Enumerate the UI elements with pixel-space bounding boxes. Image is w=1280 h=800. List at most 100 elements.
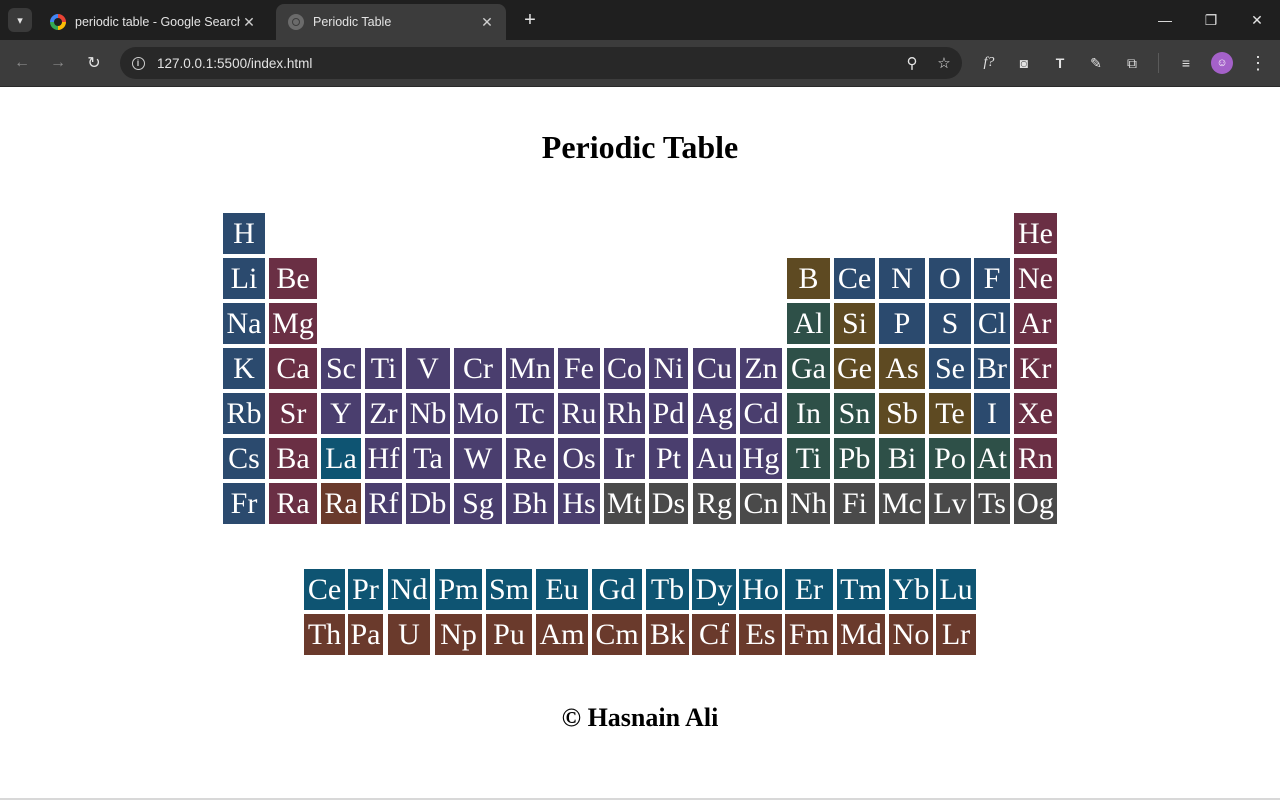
element-cell[interactable]: Ir <box>604 438 645 479</box>
element-cell[interactable]: Og <box>1014 483 1057 524</box>
element-cell[interactable]: Cf <box>692 614 736 655</box>
minimize-button[interactable]: — <box>1142 0 1188 40</box>
element-cell[interactable]: Rf <box>365 483 402 524</box>
element-cell[interactable]: Ce <box>834 258 875 299</box>
element-cell[interactable]: Bh <box>506 483 554 524</box>
new-tab-button[interactable]: + <box>518 8 542 32</box>
element-cell[interactable]: Pt <box>649 438 688 479</box>
element-cell[interactable]: Rg <box>693 483 736 524</box>
element-cell[interactable]: Lv <box>929 483 971 524</box>
element-cell[interactable]: Lu <box>936 569 976 610</box>
element-cell[interactable]: No <box>889 614 933 655</box>
profile-avatar[interactable]: ☺ <box>1211 52 1233 74</box>
element-cell[interactable]: Ti <box>365 348 402 389</box>
element-cell[interactable]: Pa <box>348 614 383 655</box>
element-cell[interactable]: Ts <box>974 483 1010 524</box>
element-cell[interactable]: Tb <box>646 569 689 610</box>
element-cell[interactable]: Mc <box>879 483 925 524</box>
element-cell[interactable]: Ds <box>649 483 688 524</box>
close-icon[interactable]: ✕ <box>478 13 496 31</box>
tab-google-search[interactable]: periodic table - Google Search ✕ <box>38 4 268 40</box>
media-controls-button[interactable]: ≡ <box>1174 51 1198 75</box>
element-cell[interactable]: Nb <box>406 393 450 434</box>
extension-formula-button[interactable]: f? <box>977 51 1001 75</box>
element-cell[interactable]: Cr <box>454 348 502 389</box>
element-cell[interactable]: Se <box>929 348 971 389</box>
element-cell[interactable]: Cn <box>740 483 782 524</box>
element-cell[interactable]: Bi <box>879 438 925 479</box>
site-info-button[interactable]: i <box>128 53 148 73</box>
element-cell[interactable]: Sg <box>454 483 502 524</box>
extension-text-button[interactable]: T <box>1048 51 1072 75</box>
element-cell[interactable]: Tc <box>506 393 554 434</box>
element-cell[interactable]: Y <box>321 393 361 434</box>
element-cell[interactable]: Cl <box>974 303 1010 344</box>
element-cell[interactable]: Pr <box>348 569 383 610</box>
element-cell[interactable]: Eu <box>536 569 588 610</box>
element-cell[interactable]: Co <box>604 348 645 389</box>
element-cell[interactable]: I <box>974 393 1010 434</box>
element-cell[interactable]: Zn <box>740 348 782 389</box>
element-cell[interactable]: Ga <box>787 348 830 389</box>
element-cell[interactable]: Fi <box>834 483 875 524</box>
element-cell[interactable]: Es <box>739 614 782 655</box>
element-cell[interactable]: K <box>223 348 265 389</box>
element-cell[interactable]: Ar <box>1014 303 1057 344</box>
restore-button[interactable]: ❐ <box>1188 0 1234 40</box>
element-cell[interactable]: Al <box>787 303 830 344</box>
element-cell[interactable]: Cm <box>592 614 642 655</box>
element-cell[interactable]: Os <box>558 438 600 479</box>
element-cell[interactable]: Np <box>435 614 482 655</box>
element-cell[interactable]: Sc <box>321 348 361 389</box>
element-cell[interactable]: He <box>1014 213 1057 254</box>
element-cell[interactable]: Be <box>269 258 317 299</box>
element-cell[interactable]: Na <box>223 303 265 344</box>
address-bar[interactable]: i 127.0.0.1:5500/index.html ⚲ ☆ <box>120 47 962 79</box>
element-cell[interactable]: Ta <box>406 438 450 479</box>
close-window-button[interactable]: ✕ <box>1234 0 1280 40</box>
element-cell[interactable]: F <box>974 258 1010 299</box>
reload-button[interactable]: ↻ <box>80 49 108 77</box>
element-cell[interactable]: U <box>388 614 430 655</box>
element-cell[interactable]: Ni <box>649 348 688 389</box>
element-cell[interactable]: N <box>879 258 925 299</box>
element-cell[interactable]: Rn <box>1014 438 1057 479</box>
element-cell[interactable]: Xe <box>1014 393 1057 434</box>
element-cell[interactable]: B <box>787 258 830 299</box>
extensions-button[interactable]: ⧉ <box>1120 51 1144 75</box>
back-button[interactable]: ← <box>8 49 36 77</box>
element-cell[interactable]: O <box>929 258 971 299</box>
element-cell[interactable]: Ag <box>693 393 736 434</box>
extension-picker-button[interactable]: ✎ <box>1084 51 1108 75</box>
element-cell[interactable]: La <box>321 438 361 479</box>
element-cell[interactable]: Sb <box>879 393 925 434</box>
browser-menu-button[interactable]: ⋮ <box>1246 51 1270 75</box>
element-cell[interactable]: Ho <box>739 569 782 610</box>
element-cell[interactable]: H <box>223 213 265 254</box>
tab-search-button[interactable]: ▾ <box>8 8 32 32</box>
element-cell[interactable]: Pu <box>486 614 532 655</box>
element-cell[interactable]: Po <box>929 438 971 479</box>
element-cell[interactable]: Nd <box>388 569 430 610</box>
element-cell[interactable]: Er <box>785 569 833 610</box>
element-cell[interactable]: At <box>974 438 1010 479</box>
element-cell[interactable]: Ti <box>787 438 830 479</box>
element-cell[interactable]: Rh <box>604 393 645 434</box>
element-cell[interactable]: Si <box>834 303 875 344</box>
element-cell[interactable]: Li <box>223 258 265 299</box>
element-cell[interactable]: Mn <box>506 348 554 389</box>
element-cell[interactable]: Sm <box>486 569 532 610</box>
forward-button[interactable]: → <box>44 49 72 77</box>
element-cell[interactable]: Kr <box>1014 348 1057 389</box>
element-cell[interactable]: V <box>406 348 450 389</box>
element-cell[interactable]: Ge <box>834 348 875 389</box>
element-cell[interactable]: Sr <box>269 393 317 434</box>
element-cell[interactable]: Zr <box>365 393 402 434</box>
element-cell[interactable]: Th <box>304 614 345 655</box>
element-cell[interactable]: Ra <box>269 483 317 524</box>
element-cell[interactable]: Pm <box>435 569 482 610</box>
element-cell[interactable]: Ne <box>1014 258 1057 299</box>
close-icon[interactable]: ✕ <box>240 13 258 31</box>
element-cell[interactable]: Bk <box>646 614 689 655</box>
element-cell[interactable]: Pb <box>834 438 875 479</box>
